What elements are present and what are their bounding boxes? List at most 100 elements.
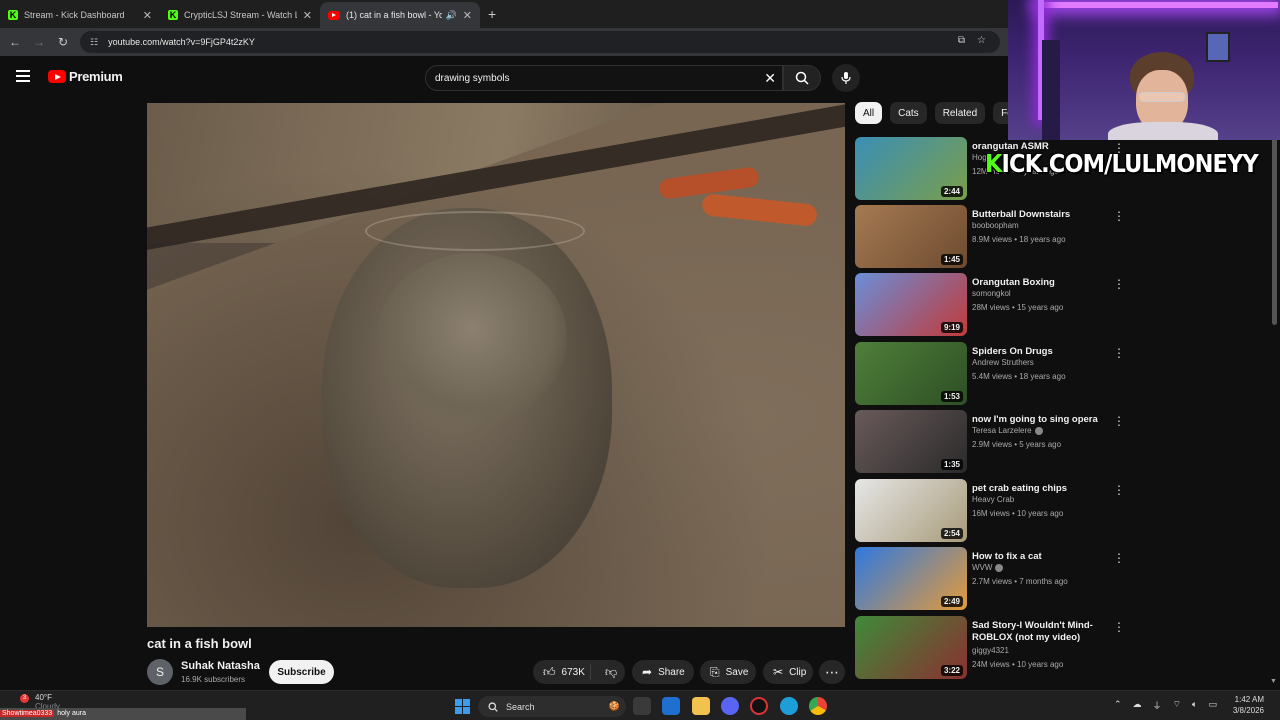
recommendation-item[interactable]: 3:22 Sad Story-I Wouldn't Mind-ROBLOX (no… [855, 616, 1135, 680]
clear-search-icon[interactable]: ✕ [764, 70, 776, 87]
video-thumbnail[interactable]: 1:53 [855, 342, 967, 405]
video-thumbnail[interactable]: 9:19 [855, 273, 967, 336]
recommendation-title[interactable]: Butterball Downstairs [972, 209, 1107, 221]
webcam-overlay [1008, 0, 1280, 140]
edge-icon[interactable] [780, 697, 798, 715]
store-icon[interactable] [662, 697, 680, 715]
close-tab-icon[interactable]: ✕ [463, 9, 472, 22]
recommendation-channel[interactable]: Andrew Struthers [972, 358, 1034, 367]
recommendation-channel[interactable]: somongkol [972, 289, 1011, 298]
search-query: drawing symbols [435, 72, 510, 84]
taskbar-search[interactable]: Search 🍪 [478, 696, 626, 717]
recommendation-item[interactable]: 1:45 Butterball Downstairs booboopham 8.9M … [855, 205, 1135, 269]
taskbar-clock[interactable]: 1:42 AM 3/8/2026 [1218, 694, 1264, 716]
task-view-icon[interactable] [633, 697, 651, 715]
more-vertical-icon[interactable]: ⋮ [1113, 620, 1125, 634]
new-tab-icon[interactable]: + [488, 6, 496, 22]
more-vertical-icon[interactable]: ⋮ [1113, 551, 1125, 565]
recommendation-item[interactable]: 1:53 Spiders On Drugs Andrew Struthers 5.4M… [855, 342, 1135, 406]
more-vertical-icon[interactable]: ⋮ [1113, 346, 1125, 360]
recommendation-title[interactable]: How to fix a cat [972, 551, 1107, 563]
clip-button[interactable]: ✂ Clip [763, 660, 813, 684]
video-thumbnail[interactable]: 3:22 [855, 616, 967, 679]
notification-badge: 3 [20, 694, 29, 703]
back-arrow-icon[interactable]: ← [3, 35, 27, 49]
forward-arrow-icon[interactable]: → [27, 35, 51, 49]
more-vertical-icon[interactable]: ⋮ [1113, 209, 1125, 223]
recommendation-item[interactable]: 2:49 How to fix a cat WVW 2.7M views • 7 mo… [855, 547, 1135, 611]
install-app-icon[interactable]: ⧉ [958, 35, 965, 46]
recommendation-title[interactable]: Sad Story-I Wouldn't Mind-ROBLOX (not my… [972, 620, 1107, 644]
usb-icon[interactable]: ⏚ [1153, 699, 1162, 712]
video-thumbnail[interactable]: 2:49 [855, 547, 967, 610]
recommendation-channel[interactable]: giggy4321 [972, 646, 1009, 655]
scroll-down-arrow-icon[interactable]: ▼ [1270, 678, 1277, 685]
recommendation-title[interactable]: now I'm going to sing opera [972, 414, 1107, 426]
recommendation-item[interactable]: 1:35 now I'm going to sing opera Teresa La… [855, 410, 1135, 474]
search-button[interactable] [783, 65, 821, 91]
chip-for-you[interactable]: For y [993, 102, 1008, 124]
recommendation-channel[interactable]: Teresa Larzelere [972, 426, 1043, 435]
bookmark-star-icon[interactable]: ☆ [977, 35, 986, 46]
url-input[interactable]: ☷ youtube.com/watch?v=9FjGP4t2zKY ⧉ ☆ [80, 31, 1000, 53]
dislike-button[interactable]: 👎︎ [597, 665, 625, 680]
wall-frame [1206, 32, 1230, 62]
tab-youtube-video[interactable]: (1) cat in a fish bowl - YouT 🔊 ✕ [320, 2, 480, 28]
voice-search-button[interactable] [832, 64, 860, 92]
battery-icon[interactable]: ▭ [1208, 699, 1217, 712]
video-thumbnail[interactable]: 1:45 [855, 205, 967, 268]
site-info-icon[interactable]: ☷ [90, 37, 98, 48]
share-button[interactable]: ➦ Share [632, 660, 694, 684]
close-tab-icon[interactable]: ✕ [143, 9, 152, 22]
video-player[interactable] [147, 103, 845, 627]
video-duration: 2:44 [940, 186, 963, 197]
more-vertical-icon[interactable]: ⋮ [1113, 483, 1125, 497]
recommendation-channel[interactable]: WVW [972, 563, 1004, 572]
scrollbar-thumb[interactable] [1272, 120, 1277, 325]
search-icon [488, 701, 498, 712]
channel-avatar[interactable]: S [147, 659, 173, 685]
recommendation-item[interactable]: 2:54 pet crab eating chips Heavy Crab 16M v… [855, 479, 1135, 543]
windows-start-icon[interactable] [455, 699, 470, 714]
chrome-icon[interactable] [809, 697, 827, 715]
chip-related[interactable]: Related [934, 102, 986, 124]
discord-icon[interactable] [721, 697, 739, 715]
tab-kick-stream[interactable]: K CrypticLSJ Stream - Watch Live ✕ [160, 2, 320, 28]
channel-name-text: somongkol [972, 289, 1011, 298]
channel-name[interactable]: Suhak Natasha [181, 660, 260, 672]
more-vertical-icon[interactable]: ⋮ [1113, 277, 1125, 291]
recommendation-channel[interactable]: booboopham [972, 221, 1019, 230]
more-actions-button[interactable]: ⋯ [819, 660, 845, 684]
recommendation-title[interactable]: Orangutan Boxing [972, 277, 1107, 289]
recommendation-channel[interactable]: Heavy Crab [972, 495, 1014, 504]
save-button[interactable]: ⎘ Save [700, 660, 756, 684]
video-duration: 2:54 [940, 528, 963, 539]
led-light-strip [1038, 2, 1278, 8]
obs-icon[interactable] [750, 697, 768, 715]
clock-date: 3/8/2026 [1232, 706, 1264, 715]
menu-icon[interactable] [16, 70, 30, 82]
video-thumbnail[interactable]: 1:35 [855, 410, 967, 473]
show-hidden-icons-icon[interactable]: ⌃ [1114, 699, 1122, 712]
subscribe-button[interactable]: Subscribe [269, 660, 334, 684]
file-explorer-icon[interactable] [692, 697, 710, 715]
cloud-icon[interactable]: ☁ [1133, 699, 1142, 712]
more-vertical-icon[interactable]: ⋮ [1113, 414, 1125, 428]
recommendation-title[interactable]: pet crab eating chips [972, 483, 1107, 495]
reload-icon[interactable]: ↻ [51, 35, 75, 49]
close-tab-icon[interactable]: ✕ [303, 9, 312, 22]
speaker-icon[interactable]: 🔊 [446, 10, 457, 21]
video-thumbnail[interactable]: 2:44 [855, 137, 967, 200]
volume-icon[interactable]: 🔈︎ [1192, 699, 1197, 712]
search-input[interactable]: drawing symbols ✕ [425, 65, 783, 91]
like-button[interactable]: 👍︎ 673K [533, 664, 592, 680]
chip-all[interactable]: All [855, 102, 883, 124]
kick-k-letter: K [985, 149, 1002, 178]
recommendation-item[interactable]: 9:19 Orangutan Boxing somongkol 28M views •… [855, 273, 1135, 337]
video-thumbnail[interactable]: 2:54 [855, 479, 967, 542]
recommendation-title[interactable]: Spiders On Drugs [972, 346, 1107, 358]
chip-cats[interactable]: Cats [890, 102, 927, 124]
tab-kick-dashboard[interactable]: K Stream - Kick Dashboard ✕ [0, 2, 160, 28]
network-icon[interactable]: ⌔ [1173, 699, 1181, 712]
youtube-logo[interactable]: Premium [48, 69, 123, 84]
